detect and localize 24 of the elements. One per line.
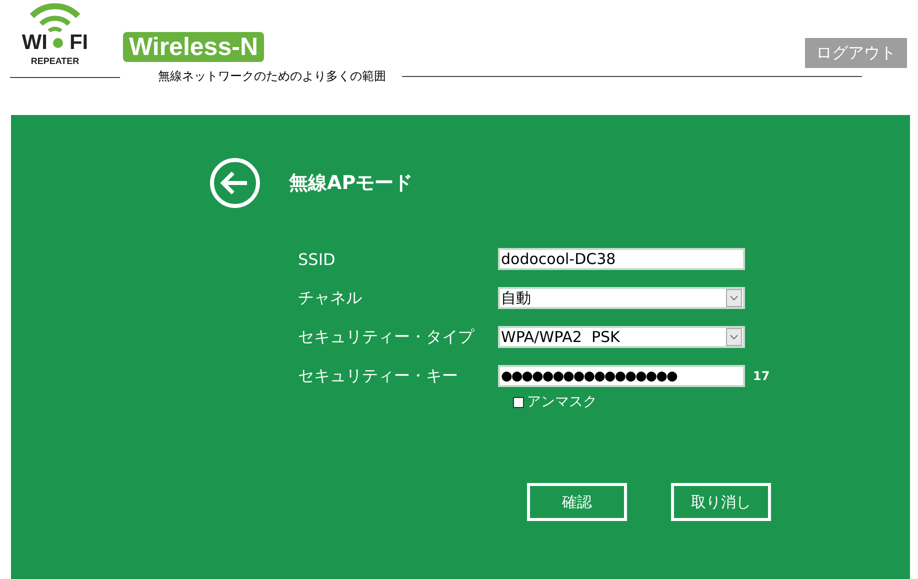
wifi-icon	[29, 2, 81, 32]
field-label: セキュリティー・タイプ	[298, 326, 476, 348]
field-label: SSID	[298, 250, 336, 268]
input-field[interactable]: dodocool-DC38	[498, 248, 745, 270]
cancel-button[interactable]: 取り消し	[671, 483, 771, 521]
tagline: 無線ネットワークのためのより多くの範囲	[158, 68, 386, 85]
caret-icon	[726, 328, 742, 346]
field-label: チャネル	[298, 288, 363, 308]
checkbox-label: アンマスク	[527, 393, 597, 411]
password-field[interactable]: ●●●●●●●●●●●●●●●●●	[498, 365, 745, 387]
logo-subtitle: REPEATER	[30, 56, 80, 66]
select-field[interactable]: WPA/WPA2 PSK	[498, 326, 745, 348]
field-label: セキュリティー・キー	[298, 366, 459, 386]
back-icon[interactable]	[209, 157, 261, 209]
select-field[interactable]: 自動	[498, 287, 745, 309]
checkbox[interactable]	[513, 396, 524, 408]
dot-icon	[53, 38, 64, 48]
caret-icon	[726, 289, 742, 307]
character-count: 17	[753, 369, 771, 383]
page-title: 無線APモード	[289, 171, 413, 196]
logo-text: FI	[69, 32, 88, 53]
confirm-button[interactable]: 確認	[527, 483, 627, 521]
logo-text: WI	[22, 32, 48, 53]
product-badge: Wireless-N	[123, 32, 264, 62]
